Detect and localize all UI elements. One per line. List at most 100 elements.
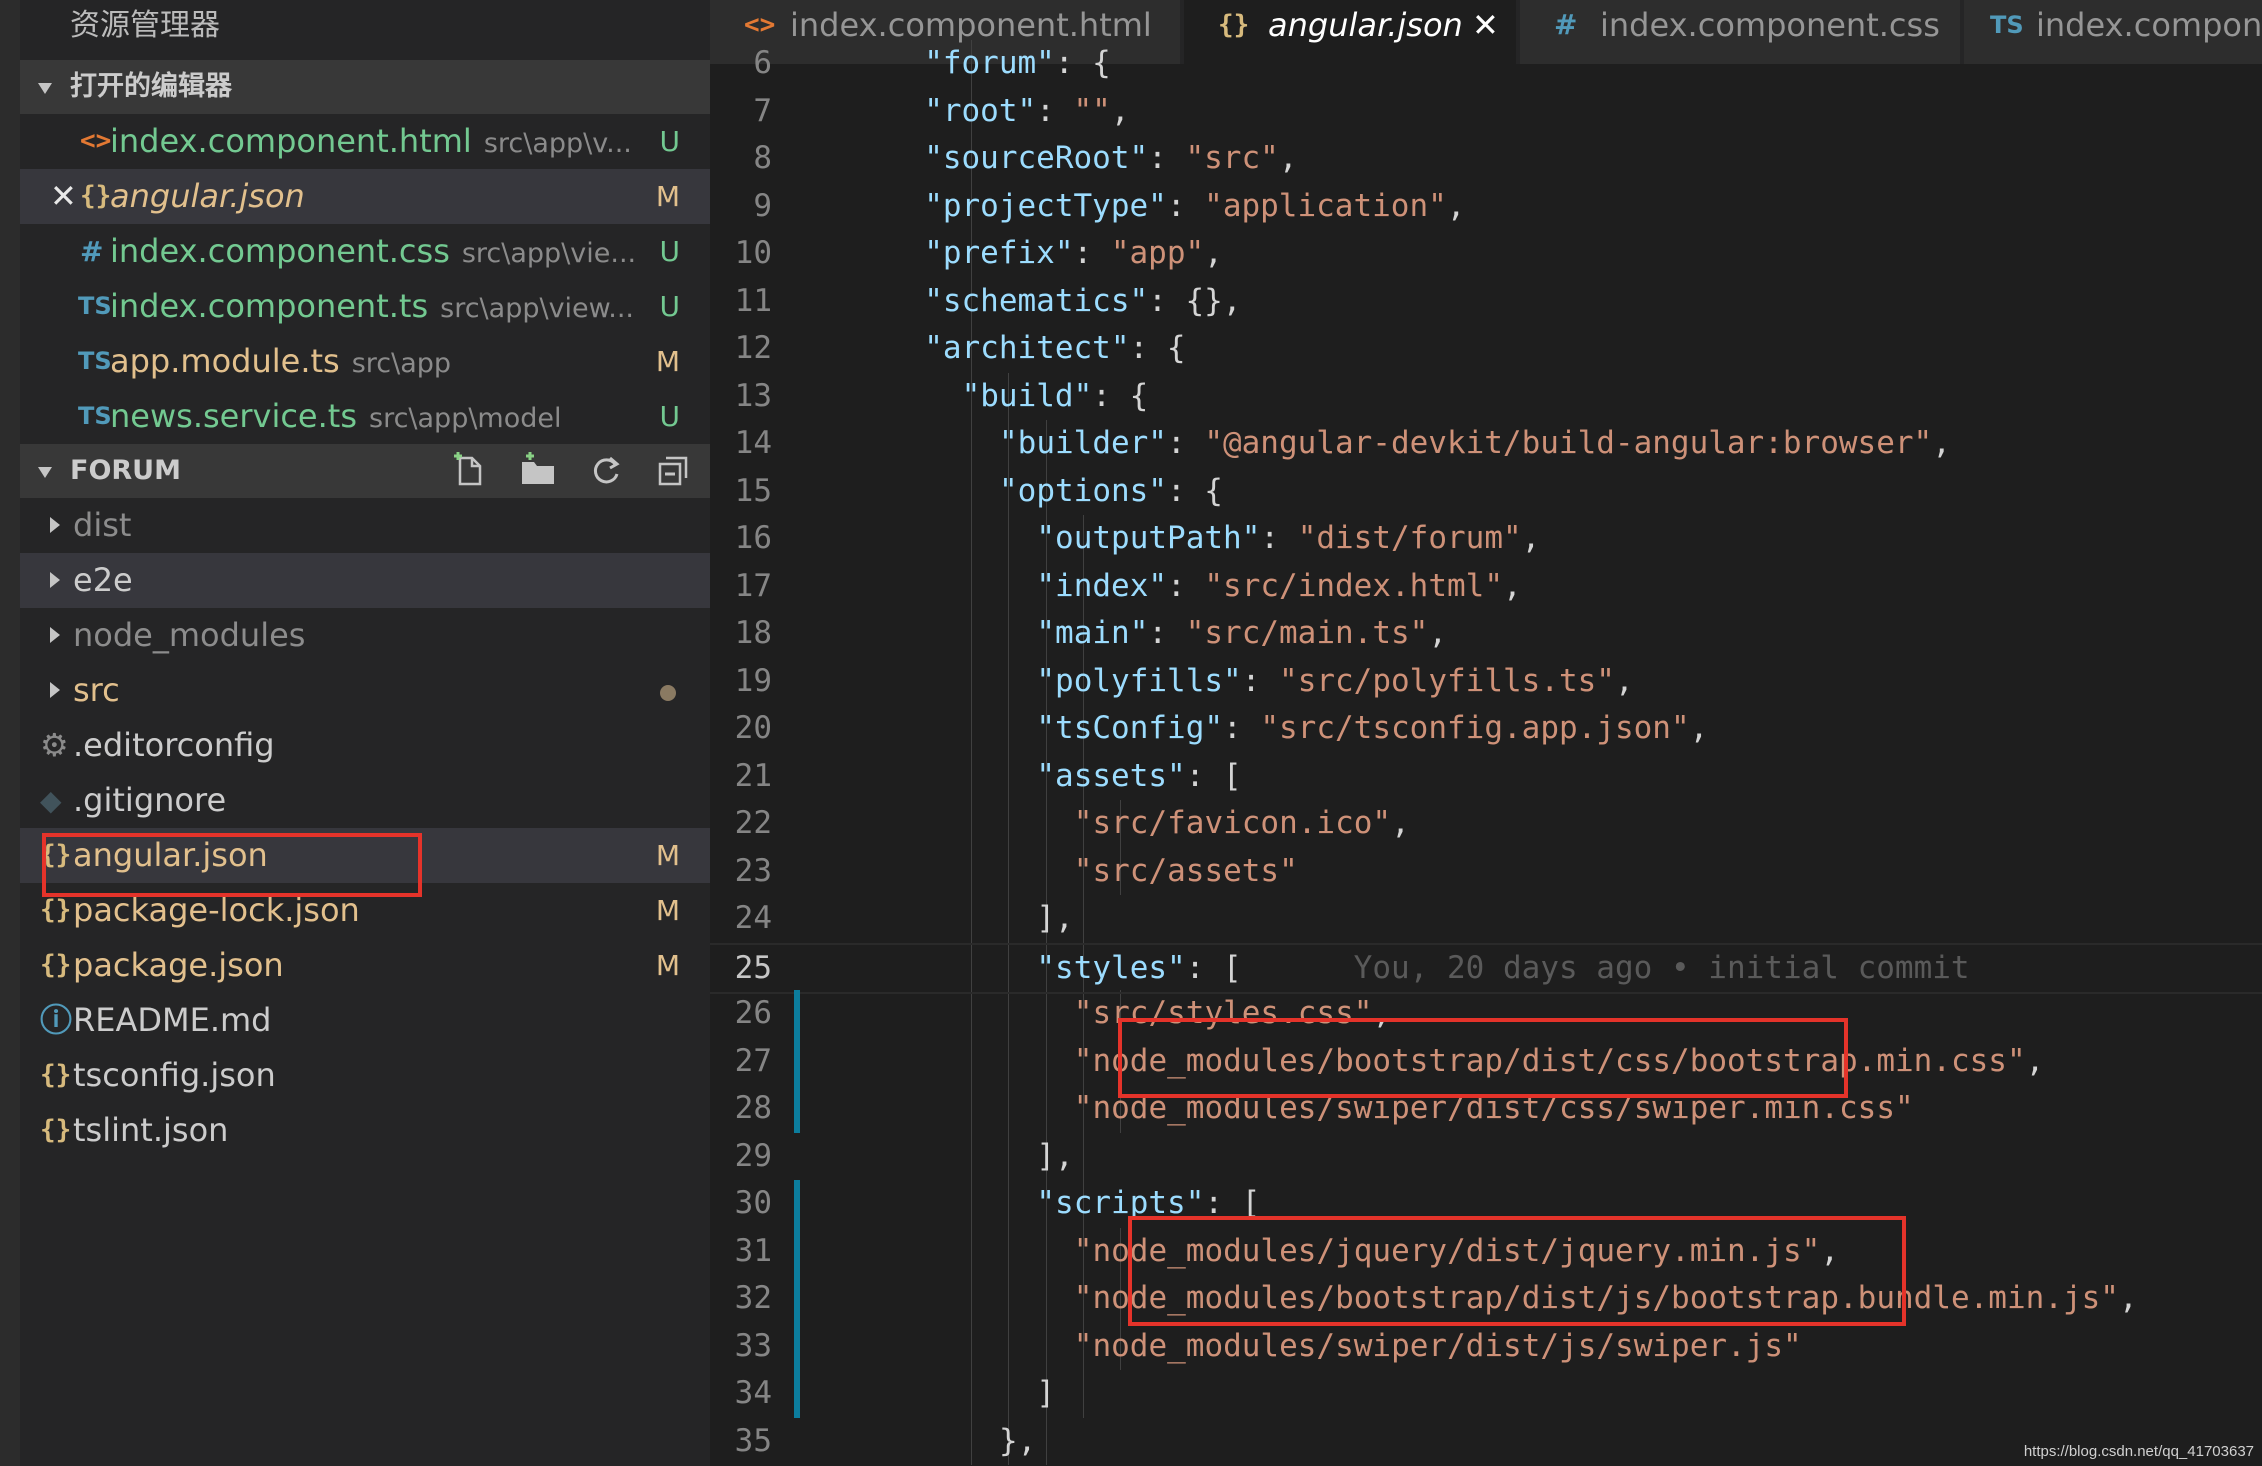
- collapse-triangle-icon[interactable]: [38, 467, 52, 478]
- code-line[interactable]: 6 "forum": {: [710, 40, 2262, 88]
- watermark: https://blog.csdn.net/qq_41703637: [2023, 1443, 2254, 1460]
- folder-name: node_modules: [73, 616, 306, 654]
- folder-item[interactable]: src: [20, 663, 710, 718]
- code-line[interactable]: 32 "node_modules/bootstrap/dist/js/bootst…: [710, 1275, 2262, 1323]
- file-item[interactable]: ⚙ .editorconfig: [20, 718, 710, 773]
- code-text: "outputPath": "dist/forum",: [1036, 520, 1541, 556]
- refresh-icon[interactable]: [586, 452, 626, 490]
- line-number: 10: [734, 235, 772, 271]
- line-number: 35: [734, 1422, 772, 1459]
- git-change-marker: [794, 1085, 800, 1133]
- collapse-triangle-icon[interactable]: [38, 83, 52, 94]
- code-line[interactable]: 25 "styles": [ You, 20 days ago • initial…: [710, 942, 2262, 994]
- project-folder-header[interactable]: FORUM: [20, 444, 710, 498]
- line-number: 20: [734, 710, 772, 746]
- line-number: 19: [734, 662, 772, 699]
- code-line[interactable]: 26 "src/styles.css",: [710, 990, 2262, 1038]
- git-badge: U: [659, 125, 681, 158]
- code-line[interactable]: 7 "root": "",: [710, 88, 2262, 136]
- file-name: package.json: [73, 946, 284, 984]
- code-line[interactable]: 23 "src/assets": [710, 848, 2262, 896]
- code-line[interactable]: 29],: [710, 1133, 2262, 1181]
- code-line[interactable]: 15 "options": {: [710, 468, 2262, 516]
- open-editor-path: src\app\v...: [483, 128, 632, 159]
- line-number: 22: [734, 805, 772, 841]
- git-badge: U: [659, 235, 681, 268]
- collapse-all-icon[interactable]: [654, 452, 694, 490]
- code-line[interactable]: 31 "node_modules/jquery/dist/jquery.min.j…: [710, 1227, 2262, 1275]
- code-line[interactable]: 34]: [710, 1370, 2262, 1418]
- json-file-icon: {}: [40, 950, 72, 980]
- code-line[interactable]: 10 "prefix": "app",: [710, 230, 2262, 278]
- code-line[interactable]: 14 "builder": "@angular-devkit/build-angu…: [710, 420, 2262, 468]
- file-item[interactable]: {} tslint.json: [20, 1103, 710, 1158]
- file-item[interactable]: {} angular.json M: [20, 828, 710, 883]
- code-line[interactable]: 30 "scripts": [: [710, 1180, 2262, 1228]
- code-line[interactable]: 12 "architect": {: [710, 325, 2262, 373]
- code-line[interactable]: 13 "build": {: [710, 373, 2262, 421]
- json-file-icon: {}: [40, 1115, 72, 1145]
- folder-item[interactable]: dist: [20, 498, 710, 553]
- code-text: ]: [1036, 1375, 1056, 1411]
- code-line[interactable]: 11 "schematics": {},: [710, 278, 2262, 326]
- code-line[interactable]: 21 "assets": [: [710, 753, 2262, 801]
- git-badge: U: [659, 290, 681, 323]
- line-number: 21: [734, 757, 772, 794]
- code-text: "main": "src/main.ts",: [1036, 615, 1448, 651]
- line-number: 33: [734, 1327, 772, 1364]
- open-editor-path: src\app\model: [369, 403, 562, 434]
- line-number: 7: [753, 92, 772, 129]
- code-line[interactable]: 8 "sourceRoot": "src",: [710, 135, 2262, 183]
- new-folder-icon[interactable]: [518, 452, 558, 490]
- open-editors-header[interactable]: 打开的编辑器: [20, 60, 710, 114]
- file-item[interactable]: {} package.json M: [20, 938, 710, 993]
- ts-file-icon: TS: [78, 347, 112, 375]
- code-text: "assets": [: [1036, 757, 1242, 794]
- file-item[interactable]: ◆ .gitignore: [20, 773, 710, 828]
- line-number: 17: [734, 567, 772, 604]
- gear-icon: ⚙: [40, 726, 69, 764]
- open-editor-item-active[interactable]: ✕ {} angular.json M: [20, 169, 710, 224]
- code-line[interactable]: 16 "outputPath": "dist/forum",: [710, 515, 2262, 563]
- json-file-icon: {}: [40, 1060, 72, 1090]
- folder-item[interactable]: node_modules: [20, 608, 710, 663]
- line-number: 16: [734, 520, 772, 556]
- code-line[interactable]: 19 "polyfills": "src/polyfills.ts",: [710, 658, 2262, 706]
- open-editor-item[interactable]: TS news.service.ts src\app\model U: [20, 389, 710, 444]
- code-line[interactable]: 17 "index": "src/index.html",: [710, 563, 2262, 611]
- open-editor-item[interactable]: TS app.module.ts src\app M: [20, 334, 710, 389]
- new-file-icon[interactable]: [450, 452, 490, 490]
- folder-item[interactable]: e2e: [20, 553, 710, 608]
- open-editor-name: news.service.ts: [110, 397, 357, 435]
- line-number: 29: [734, 1137, 772, 1174]
- close-editor-icon[interactable]: ✕: [50, 169, 77, 224]
- code-line[interactable]: 22 "src/favicon.ico",: [710, 800, 2262, 848]
- open-editor-item[interactable]: <> index.component.html src\app\v... U: [20, 114, 710, 169]
- code-line[interactable]: 24],: [710, 895, 2262, 943]
- code-line[interactable]: 9 "projectType": "application",: [710, 183, 2262, 231]
- git-blame-annotation: You, 20 days ago • initial commit: [1241, 949, 1970, 986]
- code-line[interactable]: 20 "tsConfig": "src/tsconfig.app.json",: [710, 705, 2262, 753]
- file-item[interactable]: {} package-lock.json M: [20, 883, 710, 938]
- code-area[interactable]: 6 "forum": {7 "root": "", 8 "sourceRoot": "s…: [710, 40, 2262, 1466]
- line-number: 8: [753, 140, 772, 176]
- code-line[interactable]: 33 "node_modules/swiper/dist/js/swiper.js…: [710, 1322, 2262, 1370]
- file-name: README.md: [73, 1001, 272, 1039]
- open-editor-item[interactable]: TS index.component.ts src\app\view... U: [20, 279, 710, 334]
- file-item[interactable]: {} tsconfig.json: [20, 1048, 710, 1103]
- file-name: angular.json: [73, 836, 268, 874]
- code-text: "build": {: [961, 377, 1149, 414]
- folder-name: dist: [73, 506, 132, 544]
- line-number: 11: [734, 282, 772, 319]
- code-text: "prefix": "app",: [924, 235, 1223, 271]
- code-line[interactable]: 27 "node_modules/bootstrap/dist/css/boots…: [710, 1037, 2262, 1085]
- code-text: "node_modules/swiper/dist/js/swiper.js": [1073, 1327, 1802, 1364]
- file-item[interactable]: ⓘ README.md: [20, 993, 710, 1048]
- code-line[interactable]: 28 "node_modules/swiper/dist/css/swiper.m…: [710, 1085, 2262, 1133]
- line-number: 24: [734, 900, 772, 936]
- code-text: "src/styles.css",: [1073, 995, 1392, 1031]
- code-text: "node_modules/swiper/dist/css/swiper.min…: [1073, 1090, 1914, 1126]
- open-editor-item[interactable]: # index.component.css src\app\vie... U: [20, 224, 710, 279]
- git-change-marker: [794, 1322, 800, 1370]
- code-line[interactable]: 18 "main": "src/main.ts",: [710, 610, 2262, 658]
